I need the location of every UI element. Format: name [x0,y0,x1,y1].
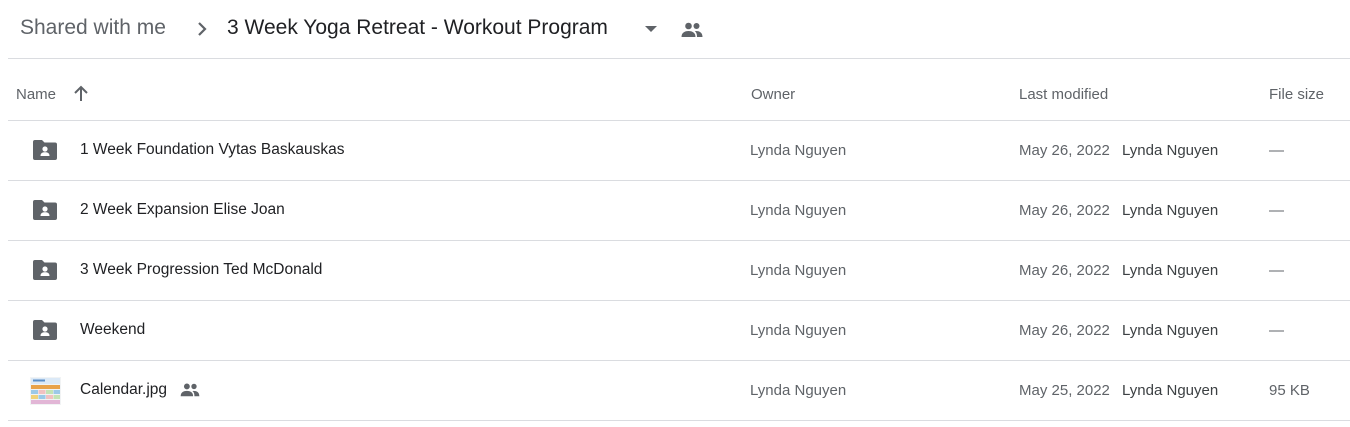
file-size: 95 KB [1269,382,1310,399]
file-name[interactable]: 3 Week Progression Ted McDonald [80,261,322,279]
modified-date: May 26, 2022 [1019,142,1110,159]
owner-name: Lynda Nguyen [750,142,847,159]
table-row[interactable]: 2 Week Expansion Elise Joan Lynda Nguyen… [8,181,1350,241]
file-size: — [1269,142,1284,159]
file-name[interactable]: 2 Week Expansion Elise Joan [80,201,285,219]
arrow-up-icon[interactable] [72,84,90,104]
column-header-owner[interactable]: Owner [751,86,795,103]
chevron-right-icon [198,22,207,36]
modified-by: Lynda Nguyen [1122,262,1219,279]
modified-date: May 25, 2022 [1019,382,1110,399]
table-row[interactable]: Weekend Lynda Nguyen May 26, 2022 Lynda … [8,301,1350,361]
owner-name: Lynda Nguyen [750,202,847,219]
modified-by: Lynda Nguyen [1122,142,1219,159]
modified-date: May 26, 2022 [1019,322,1110,339]
shared-folder-icon [33,260,57,280]
modified-by: Lynda Nguyen [1122,202,1219,219]
file-list: 1 Week Foundation Vytas Baskauskas Lynda… [8,121,1350,421]
column-header-file-size[interactable]: File size [1269,86,1324,103]
owner-name: Lynda Nguyen [750,322,847,339]
arrow-drop-down-icon[interactable] [642,22,660,36]
table-header: Name Owner Last modified File size [8,59,1350,120]
image-thumbnail-icon [30,377,61,405]
shared-folder-icon [33,320,57,340]
modified-by: Lynda Nguyen [1122,322,1219,339]
file-name[interactable]: Calendar.jpg [80,381,167,399]
modified-date: May 26, 2022 [1019,262,1110,279]
file-size: — [1269,202,1284,219]
column-header-last-modified[interactable]: Last modified [1019,86,1108,103]
people-icon [180,383,200,397]
table-row[interactable]: 3 Week Progression Ted McDonald Lynda Ng… [8,241,1350,301]
shared-folder-icon [33,200,57,220]
file-size: — [1269,322,1284,339]
file-name[interactable]: 1 Week Foundation Vytas Baskauskas [80,141,345,159]
file-size: — [1269,262,1284,279]
shared-folder-icon [33,140,57,160]
modified-date: May 26, 2022 [1019,202,1110,219]
owner-name: Lynda Nguyen [750,382,847,399]
modified-by: Lynda Nguyen [1122,382,1219,399]
people-icon[interactable] [680,21,704,39]
column-header-name[interactable]: Name [16,86,56,103]
file-name[interactable]: Weekend [80,321,145,339]
breadcrumb: Shared with me 3 Week Yoga Retreat - Wor… [0,0,1350,58]
table-row[interactable]: Calendar.jpg Lynda Nguyen May 25, 2022 L… [8,361,1350,421]
table-row[interactable]: 1 Week Foundation Vytas Baskauskas Lynda… [8,121,1350,181]
breadcrumb-current-folder[interactable]: 3 Week Yoga Retreat - Workout Program [227,16,608,40]
owner-name: Lynda Nguyen [750,262,847,279]
breadcrumb-shared-with-me[interactable]: Shared with me [20,16,166,40]
